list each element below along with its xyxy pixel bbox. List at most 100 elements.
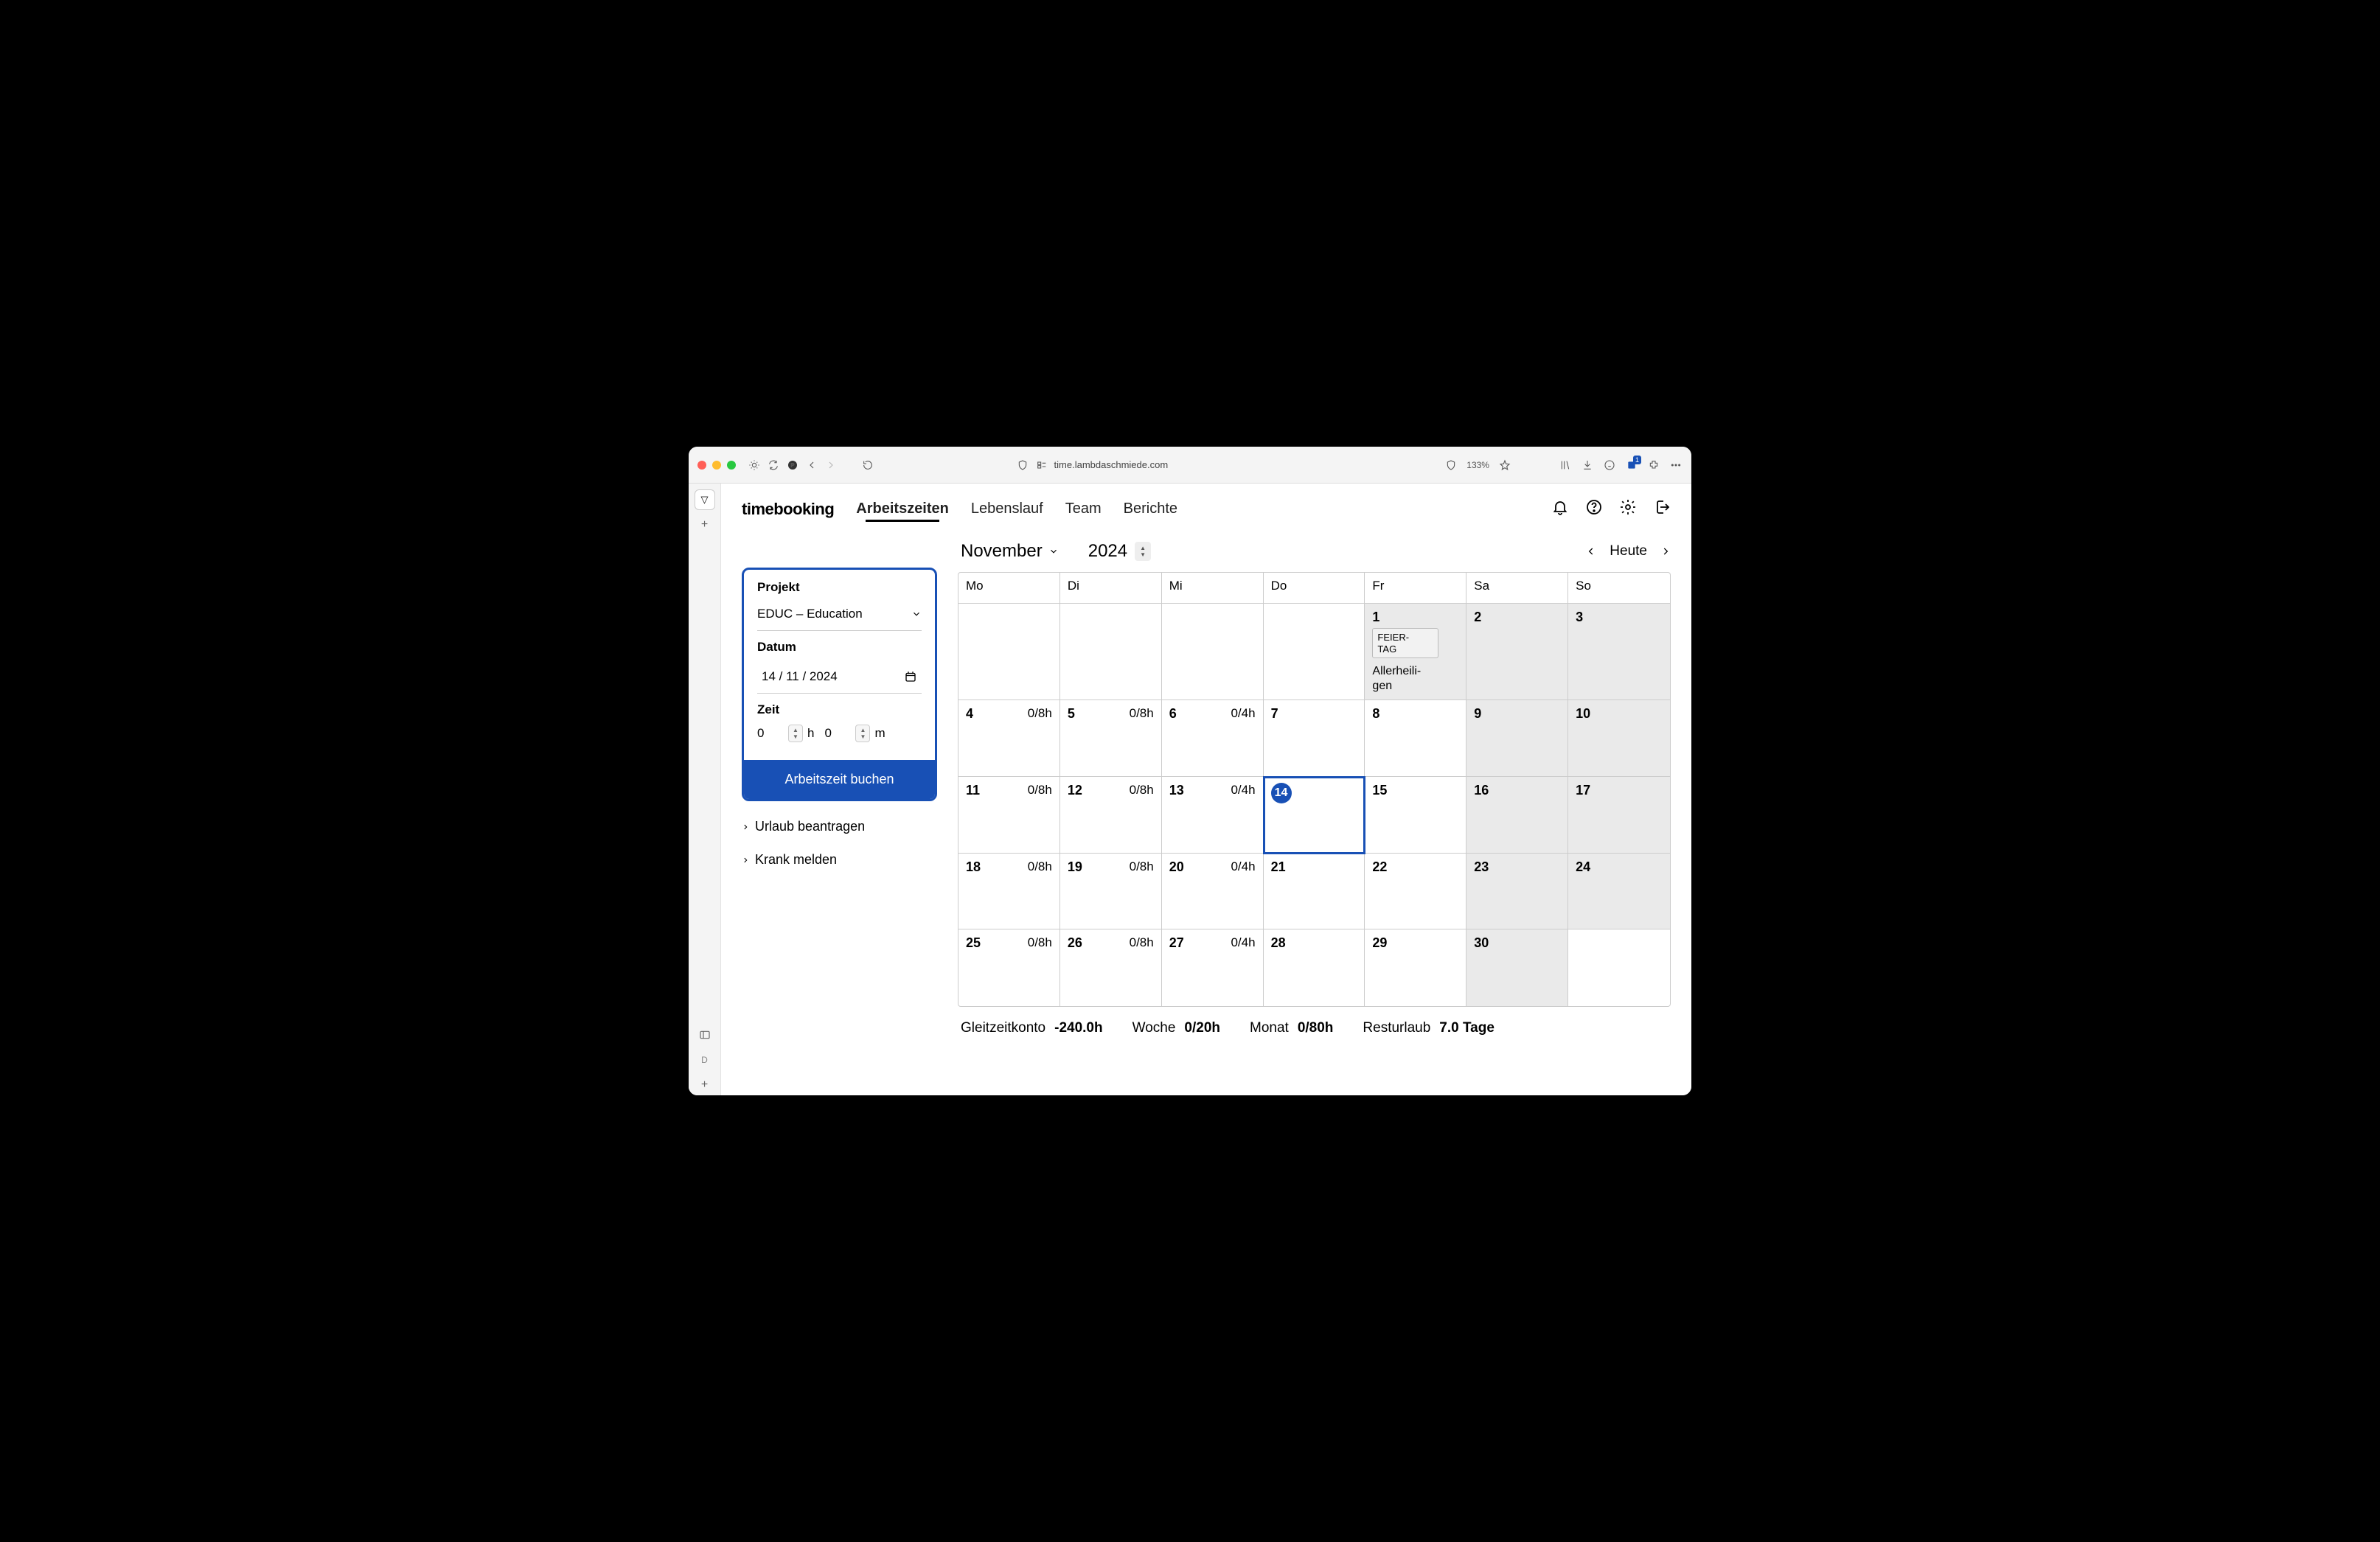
weekday-header: Do (1264, 573, 1365, 604)
profile-icon[interactable]: P (786, 458, 799, 472)
calendar-cell[interactable]: 9 (1466, 700, 1568, 777)
tab-letter[interactable]: D (695, 1050, 715, 1070)
zoom-level[interactable]: 133% (1466, 460, 1489, 470)
tab-tile[interactable]: ▽ (695, 489, 715, 510)
calendar-cell[interactable]: 180/8h (958, 854, 1060, 930)
calendar-cell[interactable]: 7 (1264, 700, 1365, 777)
sync-icon[interactable] (767, 458, 780, 472)
tracking-shield-icon[interactable] (1444, 458, 1458, 472)
bell-icon[interactable] (1551, 498, 1569, 520)
hours-badge: 0/4h (1231, 706, 1255, 721)
hours-step-buttons[interactable]: ▲▼ (788, 725, 803, 742)
calendar-cell[interactable]: 200/4h (1162, 854, 1264, 930)
day-number: 24 (1576, 859, 1663, 875)
month-select[interactable]: November (961, 541, 1059, 562)
puzzle-icon[interactable] (1647, 458, 1660, 472)
close-window-button[interactable] (697, 461, 706, 470)
prev-month-button[interactable] (1586, 546, 1596, 557)
day-number: 3 (1576, 610, 1663, 625)
browser-window: P time.lambdaschmiede.com 133% (689, 447, 1691, 1095)
sidebar-toggle-icon[interactable] (695, 1025, 715, 1045)
maximize-window-button[interactable] (727, 461, 736, 470)
svg-text:P: P (791, 461, 795, 468)
calendar-cell[interactable]: 1FEIER-TAGAllerheili-gen (1365, 604, 1466, 700)
calendar-cell[interactable]: 2 (1466, 604, 1568, 700)
book-time-button[interactable]: Arbeitszeit buchen (744, 760, 935, 799)
minimize-window-button[interactable] (712, 461, 721, 470)
year-step-buttons[interactable]: ▲▼ (1135, 542, 1151, 561)
calendar-cell[interactable]: 3 (1568, 604, 1670, 700)
hours-badge: 0/4h (1231, 935, 1255, 950)
new-tab-button[interactable]: + (695, 514, 715, 535)
permissions-icon[interactable] (1035, 458, 1048, 472)
nav-lebenslauf[interactable]: Lebenslauf (971, 500, 1043, 517)
side-link[interactable]: Krank melden (742, 852, 937, 868)
downloads-icon[interactable] (1581, 458, 1594, 472)
project-select[interactable]: EDUC – Education (757, 602, 922, 631)
calendar-cell[interactable]: 21 (1264, 854, 1365, 930)
calendar-cell[interactable]: 190/8h (1060, 854, 1162, 930)
minutes-stepper[interactable]: 0 ▲▼ m (824, 725, 885, 742)
day-number: 8 (1372, 706, 1458, 722)
bookmark-icon[interactable] (1498, 458, 1511, 472)
calendar-icon (904, 670, 917, 683)
calendar-cell[interactable]: 260/8h (1060, 929, 1162, 1006)
account-icon[interactable] (1603, 458, 1616, 472)
calendar-cell[interactable]: 10 (1568, 700, 1670, 777)
day-number: 29 (1372, 935, 1458, 951)
calendar-cell[interactable]: 40/8h (958, 700, 1060, 777)
help-icon[interactable] (1585, 498, 1603, 520)
chevron-right-icon (742, 857, 749, 864)
calendar-panel: November 2024 ▲▼ Heute MoD (958, 535, 1671, 1095)
calendar-cell[interactable]: 29 (1365, 929, 1466, 1006)
calendar-cell[interactable]: 130/4h (1162, 777, 1264, 854)
hours-stepper[interactable]: 0 ▲▼ h (757, 725, 814, 742)
calendar-cell[interactable]: 24 (1568, 854, 1670, 930)
calendar-cell[interactable]: 16 (1466, 777, 1568, 854)
day-number: 1 (1372, 610, 1458, 625)
year-stepper[interactable]: 2024 ▲▼ (1088, 541, 1151, 562)
nav-berichte[interactable]: Berichte (1124, 500, 1177, 517)
summary-label: Monat (1250, 1020, 1289, 1036)
library-icon[interactable] (1559, 458, 1572, 472)
calendar-cell[interactable]: 17 (1568, 777, 1670, 854)
reload-button[interactable] (861, 458, 874, 472)
calendar-header: November 2024 ▲▼ Heute (958, 535, 1671, 572)
calendar-cell[interactable]: 250/8h (958, 929, 1060, 1006)
calendar-cell[interactable]: 28 (1264, 929, 1365, 1006)
side-link[interactable]: Urlaub beantragen (742, 819, 937, 834)
calendar-cell[interactable]: 15 (1365, 777, 1466, 854)
weekday-header: Di (1060, 573, 1162, 604)
brand-logo[interactable]: timebooking (742, 500, 834, 519)
extensions-icon[interactable] (748, 458, 761, 472)
new-tab-bottom-button[interactable]: + (695, 1075, 715, 1095)
nav-team[interactable]: Team (1065, 500, 1102, 517)
summary-label: Woche (1132, 1020, 1176, 1036)
nav-arbeitszeiten[interactable]: Arbeitszeiten (856, 500, 949, 517)
back-button[interactable] (805, 458, 818, 472)
logout-icon[interactable] (1653, 498, 1671, 520)
calendar-cell[interactable]: 8 (1365, 700, 1466, 777)
next-month-button[interactable] (1660, 546, 1671, 557)
calendar-cell[interactable]: 50/8h (1060, 700, 1162, 777)
day-number: 15 (1372, 783, 1458, 798)
date-input[interactable]: 14 / 11 / 2024 (757, 662, 922, 694)
menu-icon[interactable] (1669, 458, 1683, 472)
calendar-cell[interactable]: 30 (1466, 929, 1568, 1006)
forward-button[interactable] (824, 458, 838, 472)
project-label: Projekt (757, 580, 922, 595)
calendar-cell[interactable]: 14 (1264, 777, 1365, 854)
gear-icon[interactable] (1619, 498, 1637, 520)
calendar-cell[interactable]: 22 (1365, 854, 1466, 930)
calendar-cell[interactable]: 60/4h (1162, 700, 1264, 777)
day-number: 22 (1372, 859, 1458, 875)
minutes-step-buttons[interactable]: ▲▼ (855, 725, 870, 742)
extension-badge-icon[interactable]: 1 (1625, 458, 1638, 472)
calendar-cell[interactable]: 120/8h (1060, 777, 1162, 854)
day-number: 7 (1271, 706, 1357, 722)
calendar-cell[interactable]: 110/8h (958, 777, 1060, 854)
address-bar[interactable]: time.lambdaschmiede.com (1016, 458, 1169, 472)
calendar-cell[interactable]: 23 (1466, 854, 1568, 930)
calendar-cell[interactable]: 270/4h (1162, 929, 1264, 1006)
today-button[interactable]: Heute (1610, 543, 1647, 559)
